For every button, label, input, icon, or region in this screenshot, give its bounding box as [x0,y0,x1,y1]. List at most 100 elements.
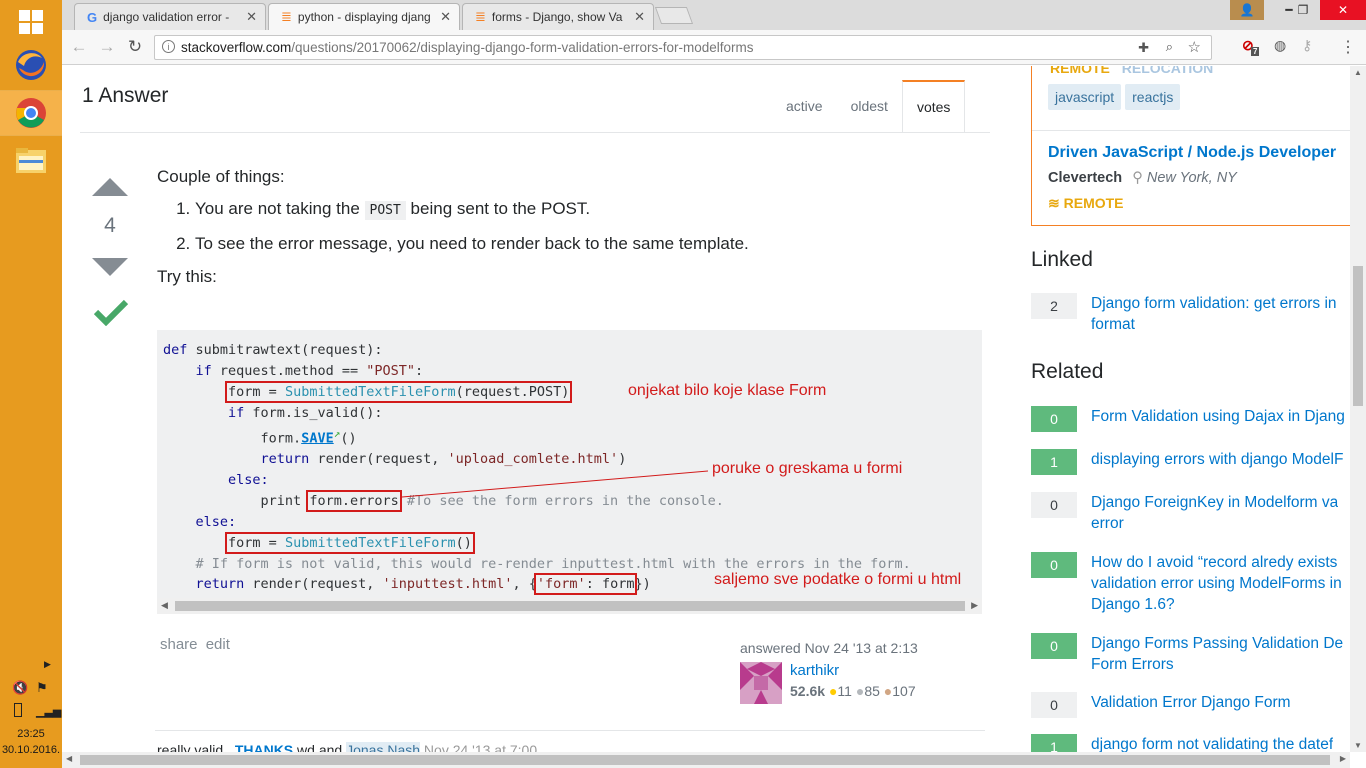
url-path: /questions/20170062/displaying-django-fo… [291,40,754,55]
file-explorer-taskbar-button[interactable] [0,138,62,182]
bookmark-star-icon[interactable]: ☆ [1188,38,1201,56]
close-tab-icon[interactable]: ✕ [246,9,257,25]
annotation-form-errors: poruke o greskama u formi [712,460,903,478]
tag-javascript[interactable]: javascript [1048,84,1122,110]
bronze-badge-icon: ● [883,683,893,699]
folder-icon [16,148,46,173]
answer-sort-tabs: active oldest votes [772,80,966,132]
tab-votes[interactable]: votes [901,80,966,132]
tab-google-search[interactable]: G django validation error - ✕ [74,3,266,30]
wifi-icon: ≋ [1048,195,1060,211]
browser-tab-strip: G django validation error - ✕ ≣ python -… [62,0,1366,30]
scrollbar-thumb[interactable] [1353,266,1363,406]
tab-active[interactable]: active [772,80,837,132]
forward-icon[interactable]: → [96,36,118,58]
stackoverflow-icon: ≣ [281,9,292,24]
new-tab-button[interactable] [654,7,694,24]
highlight-box-form-errors: form.errors [306,489,402,512]
linked-heading: Linked [1031,248,1093,271]
extension-key-icon[interactable]: ⚷ [1302,37,1312,54]
chrome-taskbar-button[interactable] [0,90,63,136]
downvote-arrow-icon[interactable] [92,258,128,276]
relocation-tag: RELOCATION [1121,66,1214,76]
related-item[interactable]: 0 Validation Error Django Form [1031,692,1350,718]
scrollbar-thumb[interactable] [175,601,965,611]
close-tab-icon[interactable]: ✕ [634,9,645,25]
windows-logo-icon [19,10,43,34]
reputation: 52.6k [790,683,826,699]
close-window-icon[interactable]: ✕ [1320,0,1366,20]
share-link[interactable]: share [160,636,198,653]
divider [155,730,985,731]
battery-icon[interactable] [14,703,22,717]
user-name[interactable]: karthikr [790,662,916,679]
job-title[interactable]: Driven JavaScript / Node.js Developer [1048,144,1336,162]
post-menu: share edit [160,636,230,653]
related-item[interactable]: 0 Django Forms Passing Validation De Form… [1031,633,1350,675]
info-icon[interactable]: i [162,40,175,53]
annotation-arrow-line [402,470,708,498]
profile-icon[interactable]: 👤 [1230,0,1264,20]
annotation-send-form: saljemo sve podatke o formi u html [714,571,962,589]
zoom-icon[interactable]: ⌕ [1166,39,1173,55]
related-heading: Related [1031,360,1104,383]
clock-time[interactable]: 23:25 [0,728,62,740]
tab-stackoverflow-displaying[interactable]: ≣ python - displaying djang ✕ [268,3,460,30]
vertical-scrollbar[interactable]: ▲ ▼ [1350,66,1366,752]
location-pin-icon: ⚲ [1132,170,1143,186]
tab-oldest[interactable]: oldest [837,80,902,132]
highlight-box-form-assignment: form = SubmittedTextFileForm(request.POS… [225,380,573,403]
remote-tag: REMOTE [1050,66,1110,76]
clock-date[interactable]: 30.10.2016. [0,744,62,756]
firefox-icon [16,50,46,80]
code-horizontal-scrollbar[interactable]: ◀ ▶ [157,598,982,614]
back-icon[interactable]: ← [68,36,90,58]
job1-tags-row: REMOTE RELOCATION [1050,66,1213,76]
annotation-form-object: onjekat bilo koje klase Form [628,382,827,400]
close-tab-icon[interactable]: ✕ [440,9,451,25]
edit-link[interactable]: edit [206,636,230,653]
avatar[interactable] [740,662,782,704]
upvote-arrow-icon[interactable] [92,178,128,196]
firefox-taskbar-button[interactable] [0,43,62,87]
stackoverflow-icon: ≣ [475,9,486,24]
linked-item[interactable]: 2 Django form validation: get errors in f… [1031,293,1350,335]
action-center-flag-icon[interactable]: ⚑ [36,680,48,696]
chrome-icon [16,98,46,128]
maximize-icon[interactable]: ❐ [1288,0,1318,20]
tag-reactjs[interactable]: reactjs [1125,84,1181,110]
related-item[interactable]: 1 django form not validating the datef [1031,734,1350,752]
page-content: 1 Answer active oldest votes 4 Couple of… [62,66,1350,752]
extension-stop-icon[interactable]: ⊘ 7 [1242,37,1260,56]
horizontal-scrollbar[interactable]: ◀ ▶ [62,752,1350,768]
speaker-muted-icon[interactable]: 🔇 [12,680,28,696]
browser-toolbar: ← → ↻ i stackoverflow.com/questions/2017… [62,30,1366,65]
tab-stackoverflow-forms[interactable]: ≣ forms - Django, show Va ✕ [462,3,654,30]
windows-taskbar: ▶ 🔇 ⚑ ▁▃▅ 23:25 30.10.2016. [0,0,63,768]
menu-icon[interactable]: ⋮ [1340,37,1356,57]
windows-start-button[interactable] [0,0,62,44]
related-item[interactable]: 0 Form Validation using Dajax in Djang [1031,406,1350,432]
company-name: Clevertech [1048,170,1123,186]
related-item[interactable]: 1 displaying errors with django ModelF [1031,449,1350,475]
inline-code: POST [364,201,406,220]
remote-tag: REMOTE [1063,195,1124,211]
comment-user[interactable]: Jonas Nash [346,742,421,752]
reload-icon[interactable]: ↻ [124,36,146,58]
list-item: To see the error message, you need to re… [195,233,987,255]
answer-body: Couple of things: You are not taking the… [157,166,987,288]
related-item[interactable]: 0 Django ForeignKey in Modelform va error [1031,492,1350,534]
thanks-link[interactable]: THANKS [235,742,293,752]
address-bar[interactable]: i stackoverflow.com/questions/20170062/d… [154,35,1212,60]
extension-globe-icon[interactable]: ◍ [1274,37,1286,54]
job-location: New York, NY [1146,170,1237,186]
save-link[interactable]: SAVE [301,430,334,446]
network-signal-icon[interactable]: ▁▃▅ [36,705,61,718]
url-host: stackoverflow.com [181,40,292,55]
scrollbar-thumb[interactable] [80,755,1330,765]
puzzle-icon[interactable]: ✚ [1138,40,1149,56]
user-signature: answered Nov 24 '13 at 2:13 karthikr 52.… [740,640,980,704]
highlight-box-empty-form: form = SubmittedTextFileForm() [225,531,475,554]
related-item[interactable]: 0 How do I avoid “record alredy exists va… [1031,552,1350,615]
show-hidden-icons-icon[interactable]: ▶ [44,659,51,670]
